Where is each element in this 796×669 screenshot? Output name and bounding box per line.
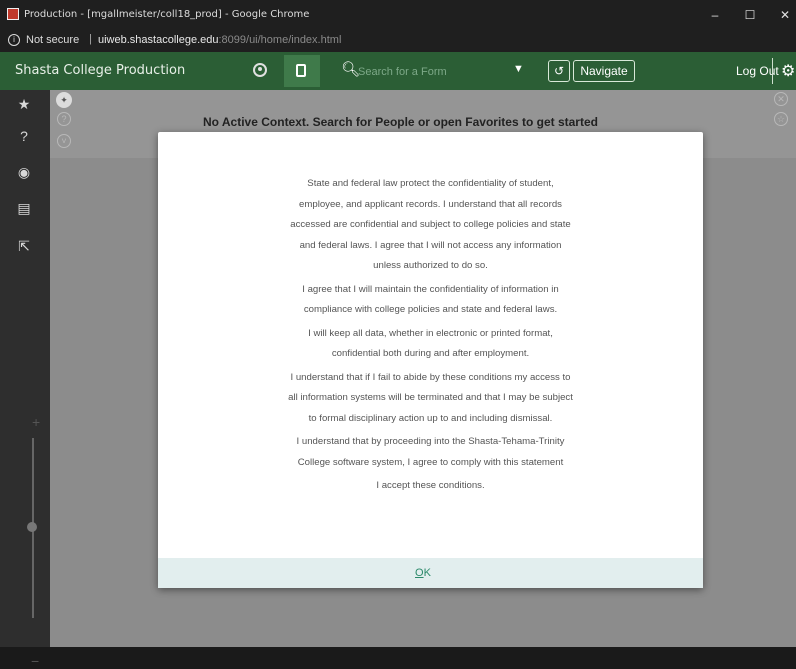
- ok-button[interactable]: OK: [415, 567, 431, 579]
- security-label: Not secure: [26, 34, 80, 46]
- browser-title-bar: Production - [mgallmeister/coll18_prod] …: [0, 0, 796, 30]
- url-path: :8099/ui/home/index.html: [218, 34, 342, 46]
- url-separator: |: [89, 33, 92, 45]
- navigate-button[interactable]: Navigate: [573, 60, 635, 82]
- pin-icon[interactable]: ✦: [56, 92, 72, 108]
- app-favicon-icon: [7, 8, 19, 20]
- confidentiality-dialog: State and federal law protect the confid…: [158, 132, 703, 588]
- context-message: No Active Context. Search for People or …: [203, 115, 598, 129]
- app-title: Shasta College Production: [15, 63, 186, 78]
- document-icon: [296, 64, 306, 77]
- terms-line: I accept these conditions.: [376, 480, 485, 491]
- terms-line: I understand that if I fail to abide by …: [290, 371, 571, 383]
- close-window-button[interactable]: ✕: [772, 4, 796, 26]
- terms-paragraph: I understand that by proceeding into the…: [158, 432, 703, 473]
- zoom-out-icon[interactable]: −: [31, 653, 39, 669]
- terms-line: accessed are confidential and subject to…: [290, 219, 571, 230]
- address-bar[interactable]: i Not secure | uiweb.shastacollege.edu:8…: [0, 30, 796, 52]
- terms-line: College software system, I agree to comp…: [297, 456, 564, 468]
- chevron-down-icon[interactable]: ▼: [513, 63, 524, 75]
- url-host: uiweb.shastacollege.edu: [98, 34, 219, 46]
- search-input[interactable]: [356, 61, 510, 83]
- terms-line: all information systems will be terminat…: [288, 392, 573, 403]
- terms-text: State and federal law protect the confid…: [158, 174, 703, 500]
- terms-line: I agree that I will maintain the confide…: [302, 283, 559, 295]
- terms-paragraph: I will keep all data, whether in electro…: [158, 324, 703, 365]
- close-icon[interactable]: ✕: [774, 92, 788, 106]
- terms-line: I will keep all data, whether in electro…: [308, 327, 553, 339]
- dialog-footer: OK: [158, 558, 703, 588]
- terms-line: employee, and applicant records. I under…: [299, 198, 562, 210]
- terms-paragraph: State and federal law protect the confid…: [158, 174, 703, 277]
- user-icon[interactable]: [253, 63, 267, 77]
- print-icon[interactable]: ▤: [16, 200, 32, 217]
- zoom-slider-handle[interactable]: [27, 522, 37, 532]
- history-button[interactable]: ↺: [548, 60, 570, 82]
- chevron-down-icon[interactable]: ˅: [57, 134, 71, 148]
- terms-line: I understand that by proceeding into the…: [296, 436, 565, 447]
- terms-line: and federal laws. I agree that I will no…: [299, 239, 562, 251]
- gear-icon[interactable]: ⚙: [781, 61, 795, 81]
- terms-paragraph: I agree that I will maintain the confide…: [158, 280, 703, 321]
- terms-line: confidential both during and after emplo…: [331, 348, 530, 359]
- url-text[interactable]: uiweb.shastacollege.edu:8099/ui/home/ind…: [98, 34, 341, 46]
- terms-line: unless authorized to do so.: [373, 260, 488, 271]
- terms-paragraph: I accept these conditions.: [158, 476, 703, 497]
- terms-line: compliance with college policies and sta…: [303, 304, 558, 315]
- header-divider: [772, 58, 773, 84]
- user-profile-icon[interactable]: ◉: [16, 164, 32, 181]
- zoom-in-icon[interactable]: +: [32, 414, 40, 430]
- terms-paragraph: I understand that if I fail to abide by …: [158, 368, 703, 430]
- favorite-star-icon[interactable]: ☆: [774, 112, 788, 126]
- export-icon[interactable]: ⇱: [16, 238, 32, 255]
- form-tab[interactable]: [284, 55, 320, 87]
- maximize-button[interactable]: ☐: [737, 4, 763, 26]
- minimize-button[interactable]: –: [702, 4, 728, 26]
- help-icon[interactable]: ?: [16, 128, 32, 144]
- left-sidebar: ★ ? ◉ ▤ ⇱ + −: [0, 90, 50, 669]
- terms-line: State and federal law protect the confid…: [307, 178, 554, 189]
- window-title: Production - [mgallmeister/coll18_prod] …: [24, 9, 310, 20]
- context-help-icon[interactable]: ?: [57, 112, 71, 126]
- info-icon[interactable]: i: [8, 34, 20, 46]
- app-header: Shasta College Production 🔍︎ ▼ ↺ Navigat…: [0, 52, 796, 90]
- terms-line: to formal disciplinary action up to and …: [308, 412, 553, 424]
- favorites-star-icon[interactable]: ★: [16, 96, 32, 113]
